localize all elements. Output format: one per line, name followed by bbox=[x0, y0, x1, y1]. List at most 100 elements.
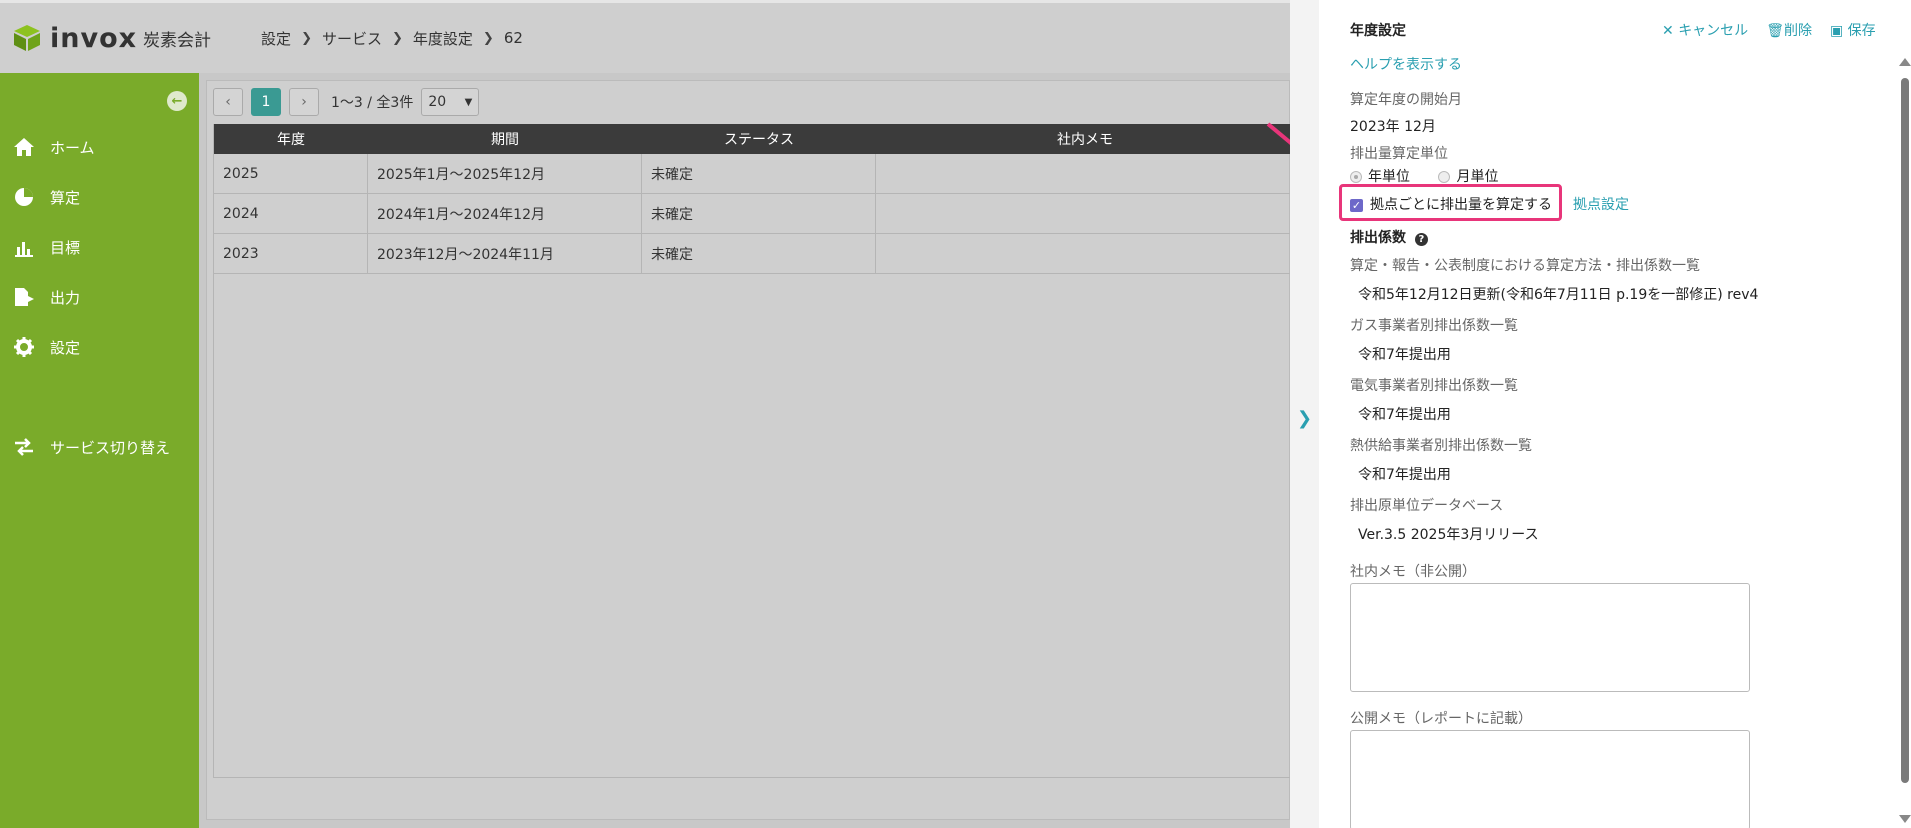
radio-month-unit[interactable]: 月単位 bbox=[1438, 169, 1498, 185]
public-memo-label: 公開メモ（レポートに記載） bbox=[1350, 711, 1532, 727]
sidebar-collapse-button[interactable]: ← bbox=[167, 91, 187, 111]
save-label: 保存 bbox=[1847, 23, 1876, 39]
cell-memo bbox=[876, 194, 1294, 233]
pagination: ‹ 1 › 1〜3 / 全3件 20 ▼ bbox=[213, 88, 480, 116]
sidebar-item-calculation[interactable]: 算定 bbox=[12, 186, 80, 208]
factor-label: 排出原単位データベース bbox=[1350, 498, 1504, 514]
chevron-right-icon: ❯ bbox=[1296, 407, 1313, 429]
next-page-button[interactable]: › bbox=[289, 88, 319, 116]
table-row[interactable]: 2023 2023年12月〜2024年11月 未確定 bbox=[214, 234, 1292, 274]
column-header-status[interactable]: ステータス bbox=[642, 129, 876, 149]
pie-chart-icon bbox=[12, 186, 36, 208]
delete-label: 削除 bbox=[1783, 23, 1812, 39]
breadcrumb-item-fiscal-year[interactable]: 年度設定 bbox=[413, 28, 473, 49]
breadcrumb: 設定 ❯ サービス ❯ 年度設定 ❯ 62 bbox=[261, 28, 523, 49]
panel-scrollbar[interactable] bbox=[1901, 78, 1909, 783]
cancel-label: キャンセル bbox=[1678, 23, 1749, 39]
emission-factor-heading: 排出係数 ? bbox=[1350, 227, 1428, 247]
app-logo[interactable]: invox 炭素会計 bbox=[12, 23, 211, 54]
scroll-up-icon[interactable] bbox=[1899, 58, 1911, 66]
cell-status: 未確定 bbox=[642, 234, 876, 273]
bar-chart-icon bbox=[12, 236, 36, 258]
column-header-period[interactable]: 期間 bbox=[368, 129, 642, 149]
public-memo-textarea[interactable] bbox=[1350, 730, 1750, 828]
column-header-memo[interactable]: 社内メモ bbox=[876, 129, 1294, 149]
factor-value: Ver.3.5 2025年3月リリース bbox=[1358, 527, 1539, 543]
unit-label: 排出量算定単位 bbox=[1350, 146, 1448, 162]
sidebar-item-target[interactable]: 目標 bbox=[12, 236, 80, 258]
column-header-year[interactable]: 年度 bbox=[214, 129, 368, 149]
site-settings-link[interactable]: 拠点設定 bbox=[1573, 194, 1629, 214]
internal-memo-label: 社内メモ（非公開） bbox=[1350, 564, 1476, 580]
cell-period: 2025年1月〜2025年12月 bbox=[368, 154, 642, 193]
factor-value: 令和5年12月12日更新(令和6年7月11日 p.19を一部修正) rev4 bbox=[1358, 287, 1759, 303]
chevron-right-icon: ❯ bbox=[301, 30, 312, 46]
cell-year: 2023 bbox=[214, 234, 368, 273]
logo-subtitle: 炭素会計 bbox=[143, 30, 212, 51]
panel-toggle-strip[interactable]: ❯ bbox=[1290, 0, 1319, 828]
internal-memo-textarea[interactable] bbox=[1350, 583, 1750, 692]
per-page-select[interactable]: 20 ▼ bbox=[421, 88, 480, 116]
factor-label: 電気事業者別排出係数一覧 bbox=[1350, 378, 1518, 394]
unit-radio-group: 年単位 月単位 bbox=[1350, 166, 1498, 186]
start-month-label: 算定年度の開始月 bbox=[1350, 92, 1462, 108]
trash-icon: 🗑 bbox=[1766, 23, 1784, 39]
sidebar-item-settings[interactable]: 設定 bbox=[12, 336, 80, 358]
cell-year: 2025 bbox=[214, 154, 368, 193]
panel-actions: ✕ キャンセル 🗑削除 ▣ 保存 bbox=[1662, 20, 1876, 40]
switch-icon bbox=[12, 436, 36, 458]
factor-value: 令和7年提出用 bbox=[1358, 347, 1451, 363]
logo-cube-icon bbox=[12, 23, 42, 53]
factor-value: 令和7年提出用 bbox=[1358, 467, 1451, 483]
prev-page-button[interactable]: ‹ bbox=[213, 88, 243, 116]
help-circle-icon[interactable]: ? bbox=[1414, 233, 1428, 246]
factor-value: 令和7年提出用 bbox=[1358, 407, 1451, 423]
factor-label: ガス事業者別排出係数一覧 bbox=[1350, 318, 1518, 334]
sidebar-item-switch-service[interactable]: サービス切り替え bbox=[12, 436, 170, 458]
chevron-right-icon: ❯ bbox=[482, 30, 494, 46]
sidebar-item-label: 算定 bbox=[50, 188, 81, 207]
chevron-left-icon: ‹ bbox=[225, 94, 231, 110]
arrow-left-icon: ← bbox=[171, 93, 183, 109]
fiscal-year-table: 年度 期間 ステータス 社内メモ 2025 2025年1月〜2025年12月 未… bbox=[213, 124, 1293, 778]
breadcrumb-item-service[interactable]: サービス bbox=[322, 28, 382, 49]
start-month-value: 2023年 12月 bbox=[1350, 119, 1436, 135]
table-header: 年度 期間 ステータス 社内メモ bbox=[214, 124, 1292, 154]
page-1-button[interactable]: 1 bbox=[251, 88, 281, 116]
cell-period: 2023年12月〜2024年11月 bbox=[368, 234, 642, 273]
table-row[interactable]: 2024 2024年1月〜2024年12月 未確定 bbox=[214, 194, 1292, 234]
highlight-box bbox=[1339, 184, 1562, 221]
logo-text: invox bbox=[50, 22, 138, 54]
radio-year-indicator bbox=[1350, 171, 1362, 183]
radio-month-label: 月単位 bbox=[1456, 169, 1499, 185]
chevron-right-icon: ❯ bbox=[391, 30, 403, 46]
chevron-right-icon: › bbox=[301, 94, 307, 110]
breadcrumb-item-settings[interactable]: 設定 bbox=[261, 28, 291, 49]
app-header: invox 炭素会計 設定 ❯ サービス ❯ 年度設定 ❯ 62 bbox=[0, 0, 1290, 73]
delete-button[interactable]: 🗑削除 bbox=[1766, 20, 1812, 40]
sidebar-item-output[interactable]: 出力 bbox=[12, 286, 80, 308]
cell-memo bbox=[876, 154, 1294, 193]
cancel-button[interactable]: ✕ キャンセル bbox=[1662, 20, 1748, 40]
fiscal-year-edit-panel: ❯ 年度設定 ✕ キャンセル 🗑削除 ▣ 保存 ヘルプを表示する 算定年度の開始… bbox=[1290, 0, 1911, 828]
close-icon: ✕ bbox=[1662, 23, 1674, 39]
per-page-value: 20 bbox=[428, 94, 447, 110]
help-link[interactable]: ヘルプを表示する bbox=[1350, 54, 1462, 74]
radio-year-label: 年単位 bbox=[1368, 169, 1410, 185]
scroll-down-icon[interactable] bbox=[1899, 815, 1911, 823]
sidebar-item-label: サービス切り替え bbox=[50, 438, 171, 457]
save-button[interactable]: ▣ 保存 bbox=[1830, 20, 1876, 40]
cell-status: 未確定 bbox=[642, 154, 876, 193]
radio-year-unit[interactable]: 年単位 bbox=[1350, 169, 1410, 185]
breadcrumb-item-current: 62 bbox=[503, 29, 523, 47]
sidebar-item-label: 目標 bbox=[50, 238, 81, 257]
main-content: ‹ 1 › 1〜3 / 全3件 20 ▼ 年度 期間 ステータス 社内メモ 20… bbox=[206, 80, 1293, 820]
pagination-info: 1〜3 / 全3件 bbox=[331, 95, 414, 111]
panel-title: 年度設定 bbox=[1350, 23, 1406, 39]
cell-year: 2024 bbox=[214, 194, 368, 233]
sidebar-item-home[interactable]: ホーム bbox=[12, 136, 95, 158]
cell-status: 未確定 bbox=[642, 194, 876, 233]
caret-down-icon: ▼ bbox=[464, 96, 473, 108]
cell-memo bbox=[876, 234, 1294, 273]
table-row[interactable]: 2025 2025年1月〜2025年12月 未確定 bbox=[214, 154, 1292, 194]
